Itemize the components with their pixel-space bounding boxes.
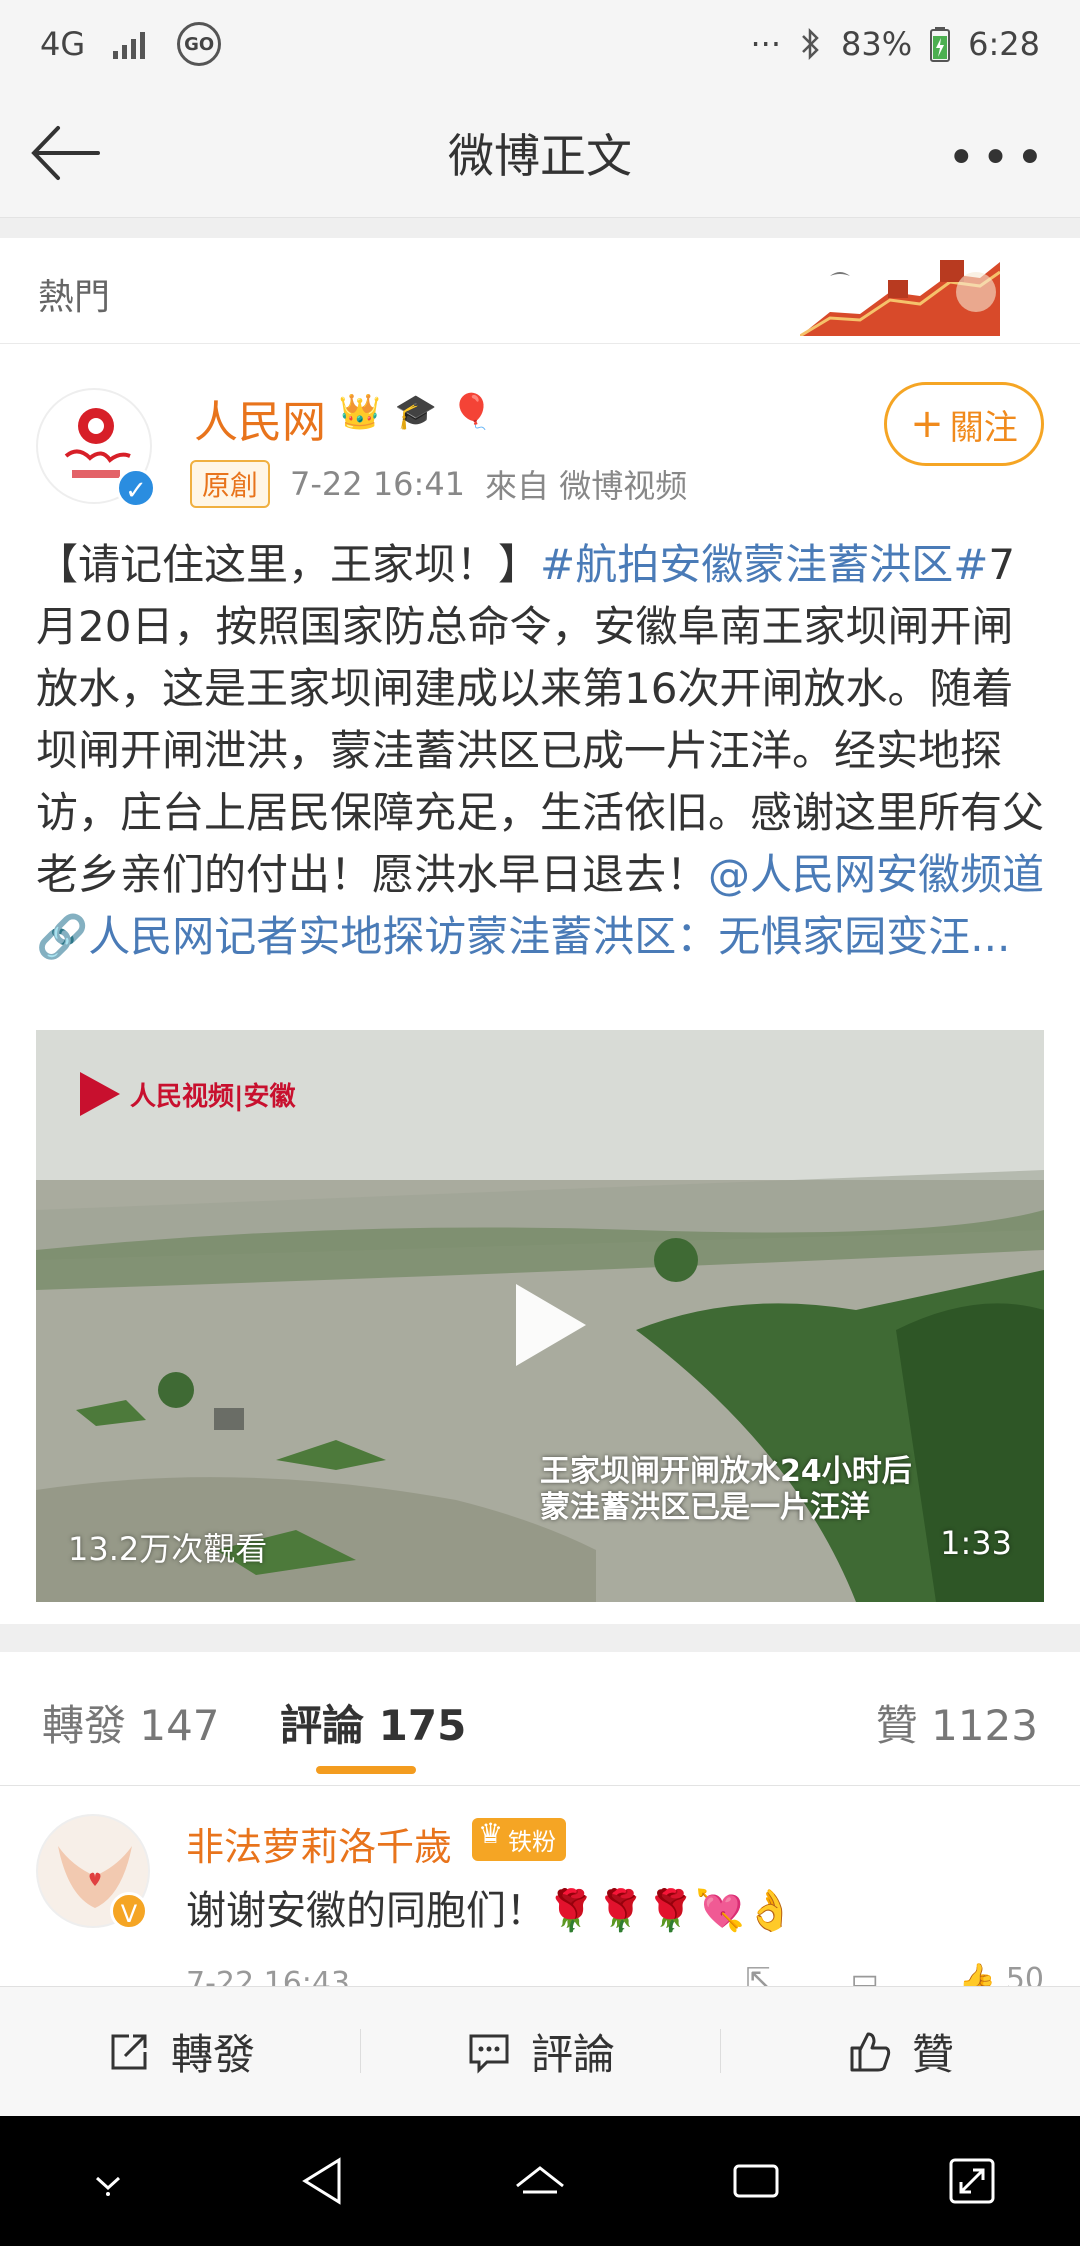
verified-badge-icon: ✓ xyxy=(116,468,156,508)
bluetooth-icon xyxy=(802,27,819,61)
web-link-text: 人民网记者实地探访蒙洼蓄洪区：无惧家园变汪... xyxy=(88,912,1011,961)
go-icon: GO xyxy=(177,22,222,66)
more-options-icon[interactable]: ••• xyxy=(947,130,1050,186)
mention-link[interactable]: @人民网安徽频道 xyxy=(708,850,1044,899)
chevron-down-icon[interactable] xyxy=(73,2146,143,2216)
post-timestamp: 7-22 16:41 xyxy=(290,465,466,503)
video-caption: 王家坝闸开闸放水24小时后 蒙洼蓄洪区已是一片汪洋 xyxy=(540,1454,912,1526)
bottom-action-bar: 轉發 評論 贊 xyxy=(0,1986,1080,2116)
link-icon: 🔗 xyxy=(36,912,89,961)
comment-item: V 非法萝莉洛千歲 ♛ 铁粉 谢谢安徽的同胞们！🌹🌹🌹💘👌 7-22 16:43… xyxy=(0,1786,1080,1986)
recent-apps-icon[interactable] xyxy=(721,2146,791,2216)
post-body: 【请记住这里，王家坝！】#航拍安徽蒙洼蓄洪区#7月20日，按照国家防总命令，安徽… xyxy=(36,534,1046,968)
video-view-count: 13.2万次觀看 xyxy=(68,1530,268,1568)
like-button[interactable]: 贊 xyxy=(720,2021,1080,2082)
top-nav-bar: 微博正文 ••• xyxy=(0,88,1080,218)
like-label: 贊 xyxy=(911,2030,954,2079)
comment-text: 谢谢安徽的同胞们！🌹🌹🌹💘👌 xyxy=(186,1888,796,1934)
comment-actions: ⇱ ▭ 👍 50 xyxy=(745,1962,1044,1986)
divider xyxy=(0,1624,1080,1652)
weibo-post: ✓ 人民网 👑 🎓 🎈 原創 7-22 16:41 來自 微博视频 + 關注 【… xyxy=(0,344,1080,1614)
battery-charging-icon xyxy=(930,27,951,62)
back-arrow-icon[interactable] xyxy=(28,118,108,188)
page-title: 微博正文 xyxy=(448,128,632,183)
post-title-text: 【请记住这里，王家坝！】 xyxy=(36,540,541,589)
follow-button[interactable]: + 關注 xyxy=(884,382,1044,466)
video-caption-line2: 蒙洼蓄洪区已是一片汪洋 xyxy=(540,1490,870,1525)
battery-percent: 83% xyxy=(841,25,913,63)
comment-label: 評論 xyxy=(530,2030,615,2079)
video-caption-line1: 王家坝闸开闸放水24小时后 xyxy=(540,1454,912,1489)
commenter-name[interactable]: 非法萝莉洛千歲 xyxy=(186,1816,452,1871)
status-bar: 4G GO ··· 83% 6:28 xyxy=(0,0,1080,88)
hot-banner[interactable]: 熱門 xyxy=(0,238,1080,344)
hot-label: 熱門 xyxy=(38,277,111,318)
divider xyxy=(0,218,1080,238)
original-tag: 原創 xyxy=(190,460,271,508)
comment-time: 7-22 16:43 xyxy=(186,1966,351,1986)
home-icon[interactable] xyxy=(505,2146,575,2216)
video-logo: 人民视频|安徽 xyxy=(78,1070,296,1118)
video-logo-text: 人民视频|安徽 xyxy=(130,1081,296,1112)
repost-label: 轉發 xyxy=(170,2030,255,2079)
commenter-verified-icon: V xyxy=(110,1892,148,1930)
video-duration: 1:33 xyxy=(940,1524,1012,1562)
share-comment-icon[interactable]: ⇱ xyxy=(745,1962,770,1986)
more-status-icon: ··· xyxy=(750,25,782,63)
crown-icon: ♛ xyxy=(478,1817,504,1850)
crown-icon[interactable]: 👑 xyxy=(336,388,384,436)
author-name[interactable]: 人民网 xyxy=(194,386,326,450)
like-comment-button[interactable]: 👍 50 xyxy=(959,1962,1044,1986)
tab-reposts[interactable]: 轉發 147 xyxy=(42,1692,220,1753)
follow-label: 關注 xyxy=(949,407,1018,448)
iron-fan-badge: ♛ 铁粉 xyxy=(472,1817,566,1861)
fan-badge-label: 铁粉 xyxy=(508,1828,556,1856)
post-meta: 原創 7-22 16:41 來自 微博视频 xyxy=(190,460,687,508)
balloon-icon[interactable]: 🎈 xyxy=(448,388,496,436)
post-source: 來自 微博视频 xyxy=(485,467,688,505)
reply-comment-icon[interactable]: ▭ xyxy=(851,1962,879,1986)
comment-button[interactable]: 評論 xyxy=(360,2021,720,2082)
graduation-cap-icon[interactable]: 🎓 xyxy=(392,388,440,436)
tab-comments[interactable]: 評論 175 xyxy=(280,1692,466,1753)
active-tab-indicator xyxy=(316,1766,416,1774)
signal-icon xyxy=(113,32,146,59)
thumbs-up-icon xyxy=(850,2032,891,2071)
web-link[interactable]: 🔗人民网记者实地探访蒙洼蓄洪区：无惧家园变汪... xyxy=(36,912,1010,961)
tab-likes[interactable]: 贊 1123 xyxy=(876,1692,1038,1753)
people-video-logo-icon xyxy=(80,1072,120,1116)
play-icon[interactable] xyxy=(510,1280,590,1370)
clock: 6:28 xyxy=(968,25,1040,63)
comment-icon xyxy=(469,2034,509,2074)
author-badges: 👑 🎓 🎈 xyxy=(336,388,496,436)
video-player[interactable]: 人民视频|安徽 王家坝闸开闸放水24小时后 蒙洼蓄洪区已是一片汪洋 13.2万次… xyxy=(36,1030,1044,1602)
great-wall-illustration xyxy=(800,260,1000,336)
screen-expand-icon[interactable] xyxy=(937,2146,1007,2216)
repost-button[interactable]: 轉發 xyxy=(0,2021,360,2082)
comment-like-count: 50 xyxy=(1005,1962,1044,1986)
thumbs-up-icon: 👍 xyxy=(958,1962,997,1986)
network-indicator: 4G xyxy=(40,25,86,63)
repost-icon xyxy=(111,2034,147,2069)
post-body-text: 7月20日，按照国家防总命令，安徽阜南王家坝闸开闸放水，这是王家坝闸建成以来第1… xyxy=(36,540,1045,899)
interaction-tabs: 轉發 147 評論 175 贊 1123 xyxy=(0,1652,1080,1786)
plus-icon: + xyxy=(910,401,944,447)
system-navigation-bar xyxy=(0,2116,1080,2246)
hashtag-link[interactable]: #航拍安徽蒙洼蓄洪区# xyxy=(540,540,988,589)
back-icon[interactable] xyxy=(289,2146,359,2216)
